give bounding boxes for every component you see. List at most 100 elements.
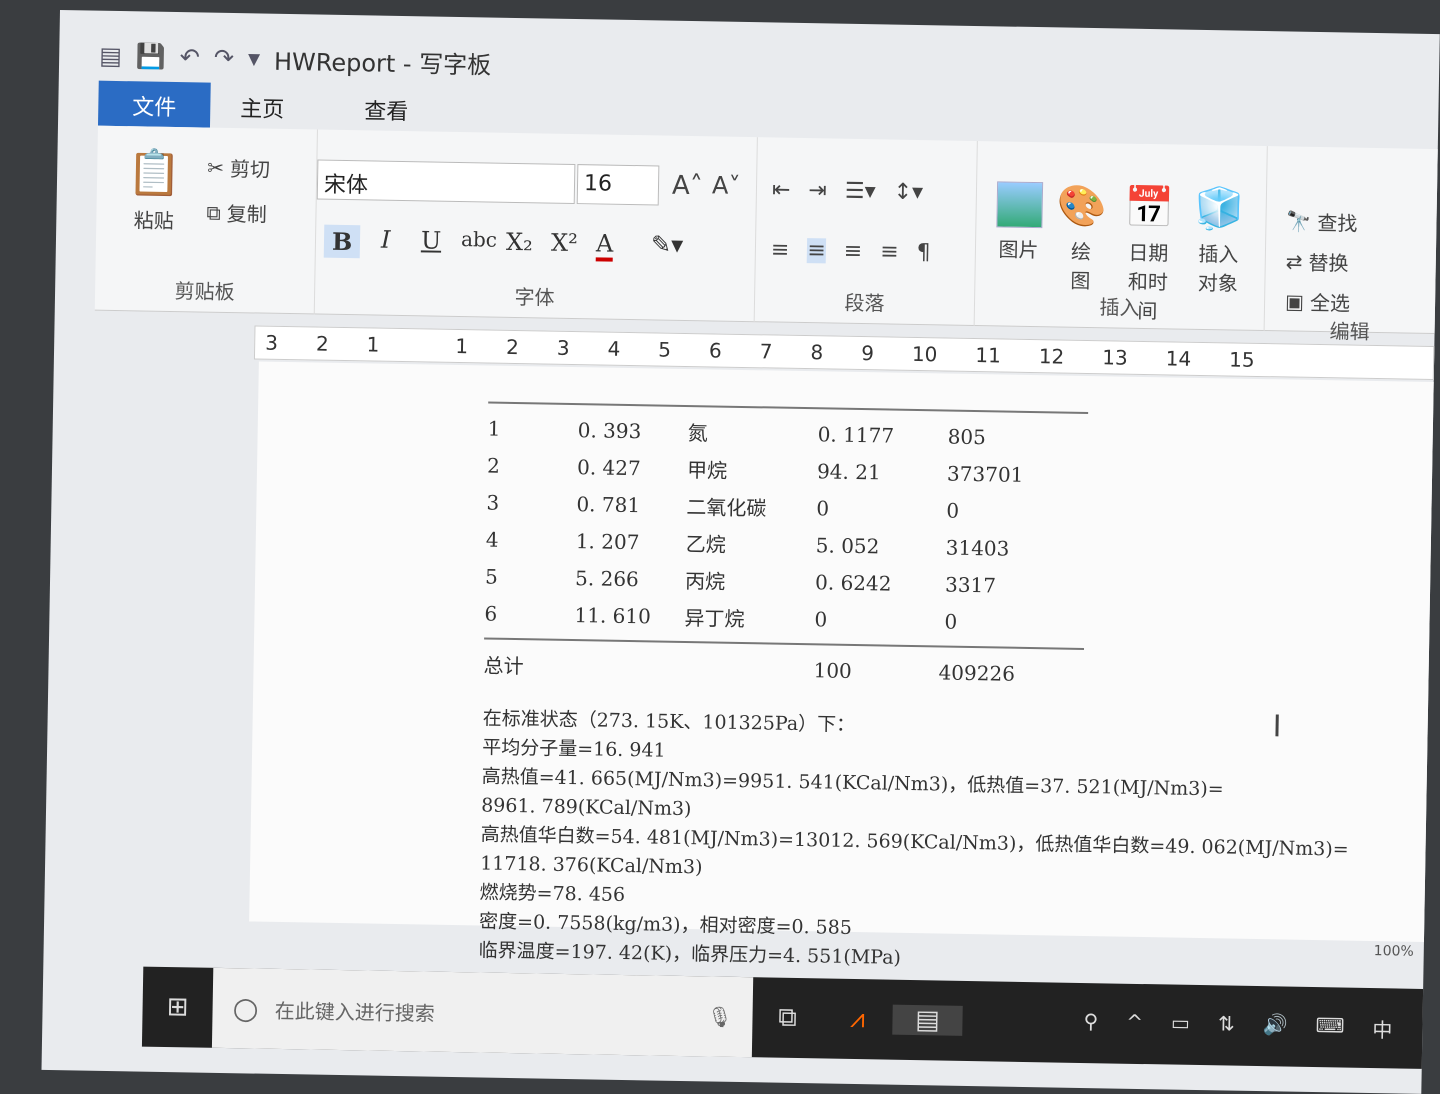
clipboard-group-label: 剪贴板 (174, 279, 235, 305)
paste-button[interactable]: 📋 粘贴 (126, 146, 183, 234)
increase-indent-icon[interactable]: ⇥ (808, 178, 827, 203)
components-table: 1 0. 393 氮 0. 1177 805 2 0. 427 甲烷 94. 21 373701 3… (484, 410, 1068, 642)
ruler-tick: 14 (1165, 346, 1192, 371)
ruler-tick: 7 (759, 339, 773, 364)
ruler-tick: 1 (455, 333, 469, 359)
volume-icon[interactable]: 🔊 (1262, 1012, 1288, 1041)
undo-icon[interactable]: ↶ (180, 43, 201, 71)
microphone-icon[interactable]: 🎙 (707, 1004, 753, 1029)
ruler-tick: 1 (366, 332, 380, 357)
grow-font-button[interactable]: A˄ (672, 171, 703, 202)
table-cell: 31403 (945, 535, 1010, 561)
chevron-up-icon[interactable]: ^ (1126, 1009, 1143, 1038)
binoculars-icon: 🔭 (1286, 208, 1312, 234)
table-cell: 2 (486, 453, 501, 478)
select-all-button[interactable]: ▣ 全选 (1285, 286, 1350, 316)
align-right-icon[interactable]: ≡ (844, 239, 863, 264)
table-cell: 0 (814, 606, 828, 631)
keyboard-icon[interactable]: ⌨ (1315, 1013, 1344, 1042)
window-title: HWReport - 写字板 (273, 47, 492, 80)
list-buttons[interactable]: ⇤ ⇥ ☰▾ ↕▾ (772, 177, 924, 205)
paragraph-group: ⇤ ⇥ ☰▾ ↕▾ ≡ ≡ ≡ ≡ ¶ 段落 (754, 137, 978, 327)
document-area[interactable]: 1 0. 393 氮 0. 1177 805 2 0. 427 甲烷 94. 21 373701 3… (249, 361, 1434, 969)
cut-button[interactable]: ✂ 剪切 (207, 153, 270, 183)
customize-dropdown-icon[interactable]: ▾ (248, 44, 261, 72)
insert-object-button[interactable]: 🧊 插入对象 (1190, 185, 1247, 297)
ruler-tick: 2 (315, 331, 329, 356)
table-cell: 二氧化碳 (686, 495, 767, 521)
total-value: 409226 (938, 659, 1016, 686)
people-icon[interactable]: ⚲ (1083, 1009, 1098, 1038)
cortana-icon: ○ (232, 990, 260, 1027)
table-cell: 1 (487, 416, 501, 441)
wordpad-window: ▤ 💾 ↶ ↷ ▾ HWReport - 写字板 文件 主页 查看 📋 粘贴 ✂ 剪… (41, 10, 1440, 1094)
palette-icon: 🎨 (1056, 183, 1108, 231)
taskbar-search[interactable]: ○ 在此键入进行搜索 🎙 (211, 967, 754, 1058)
paint-drawing-button[interactable]: 🎨 绘图 (1055, 182, 1107, 294)
paste-icon: 📋 (126, 147, 183, 200)
table-cell: 乙烷 (685, 532, 726, 557)
table-cell: 0. 1177 (817, 421, 895, 448)
app-menu-icon[interactable]: ▤ (99, 42, 122, 70)
line-spacing-icon[interactable]: ↕▾ (893, 180, 923, 206)
save-icon[interactable]: 💾 (136, 42, 166, 71)
results-paragraphs: 在标准状态（273. 15K、101325Pa）下： 平均分子量=16. 941 高… (478, 704, 1351, 980)
text-cursor-icon: I (1272, 709, 1282, 745)
total-percent: 100 (813, 657, 852, 683)
table-cell: 异丁烷 (684, 605, 745, 632)
decrease-indent-icon[interactable]: ⇤ (772, 177, 791, 202)
clipboard-group: 📋 粘贴 ✂ 剪切 ⧉ 复制 剪贴板 (94, 125, 318, 315)
network-icon[interactable]: ⇅ (1218, 1011, 1235, 1040)
paragraph-icon[interactable]: ¶ (916, 240, 930, 265)
battery-icon[interactable]: ▭ (1171, 1010, 1190, 1039)
table-cell: 甲烷 (686, 458, 728, 483)
ribbon: 📋 粘贴 ✂ 剪切 ⧉ 复制 剪贴板 宋体 16 A˄ A˅ B I U abc X₂… (94, 125, 1438, 344)
ruler-tick: 4 (607, 336, 621, 361)
table-cell: 805 (947, 424, 987, 449)
underline-button[interactable]: U (421, 226, 442, 254)
system-tray: ⚲ ^ ▭ ⇅ 🔊 ⌨ 中 (1083, 1009, 1422, 1044)
table-cell: 0 (816, 495, 830, 520)
document-content[interactable]: 1 0. 393 氮 0. 1177 805 2 0. 427 甲烷 94. 21 373701 3… (478, 396, 1356, 981)
highlight-icon[interactable]: ✎▾ (651, 230, 684, 259)
ruler-tick: 12 (1038, 344, 1065, 369)
task-view-icon[interactable]: ⧉ (752, 1002, 823, 1034)
start-windows-icon[interactable]: ⊞ (142, 992, 213, 1023)
wordpad-taskbar-icon[interactable]: ▤ (892, 1004, 963, 1036)
subscript-button[interactable]: X₂ (506, 228, 533, 256)
bullets-icon[interactable]: ☰▾ (845, 179, 876, 205)
font-group: 宋体 16 A˄ A˅ B I U abc X₂ X² A ✎▾ 字体 (314, 129, 758, 323)
taskbar: ⊞ ○ 在此键入进行搜索 🎙 ⧉ ⩘ ▤ ⚲ ^ ▭ ⇅ 🔊 ⌨ 中 (141, 966, 1424, 1069)
font-family-select[interactable]: 宋体 (316, 159, 576, 205)
justify-icon[interactable]: ≡ (880, 239, 899, 264)
strikethrough-button[interactable]: abc (461, 227, 497, 252)
table-cell: 5 (484, 564, 499, 589)
italic-button[interactable]: I (381, 226, 391, 254)
align-buttons[interactable]: ≡ ≡ ≡ ≡ ¶ (771, 237, 931, 265)
align-center-icon[interactable]: ≡ (807, 238, 827, 264)
copy-button[interactable]: ⧉ 复制 (206, 198, 267, 228)
find-button[interactable]: 🔭 查找 (1286, 206, 1357, 236)
table-cell: 0. 781 (576, 491, 641, 517)
tab-view[interactable]: 查看 (334, 85, 439, 132)
superscript-button[interactable]: X² (551, 229, 578, 257)
tab-home[interactable]: 主页 (210, 83, 315, 130)
tab-file[interactable]: 文件 (97, 80, 211, 128)
font-size-select[interactable]: 16 (576, 164, 660, 206)
ime-indicator[interactable]: 中 (1372, 1014, 1393, 1043)
ruler-tick: 2 (505, 334, 520, 360)
text-color-button[interactable]: A (595, 229, 614, 262)
insert-group: 图片 🎨 绘图 📅 日期和时间 🧊 插入对象 插入 (974, 141, 1268, 332)
replace-button[interactable]: ⇄ 替换 (1286, 246, 1349, 276)
bold-button[interactable]: B (323, 224, 361, 259)
redo-icon[interactable]: ↷ (214, 44, 235, 72)
app-chart-icon[interactable]: ⩘ (822, 1003, 893, 1035)
shrink-font-button[interactable]: A˅ (712, 171, 741, 199)
align-left-icon[interactable]: ≡ (771, 237, 790, 262)
ruler-tick: 3 (265, 330, 279, 355)
table-cell: 373701 (946, 461, 1024, 487)
picture-button[interactable]: 图片 (991, 181, 1047, 263)
table-cell: 1. 207 (575, 528, 640, 554)
zoom-level[interactable]: 100% (1374, 943, 1414, 960)
table-cell: 94. 21 (816, 458, 881, 484)
